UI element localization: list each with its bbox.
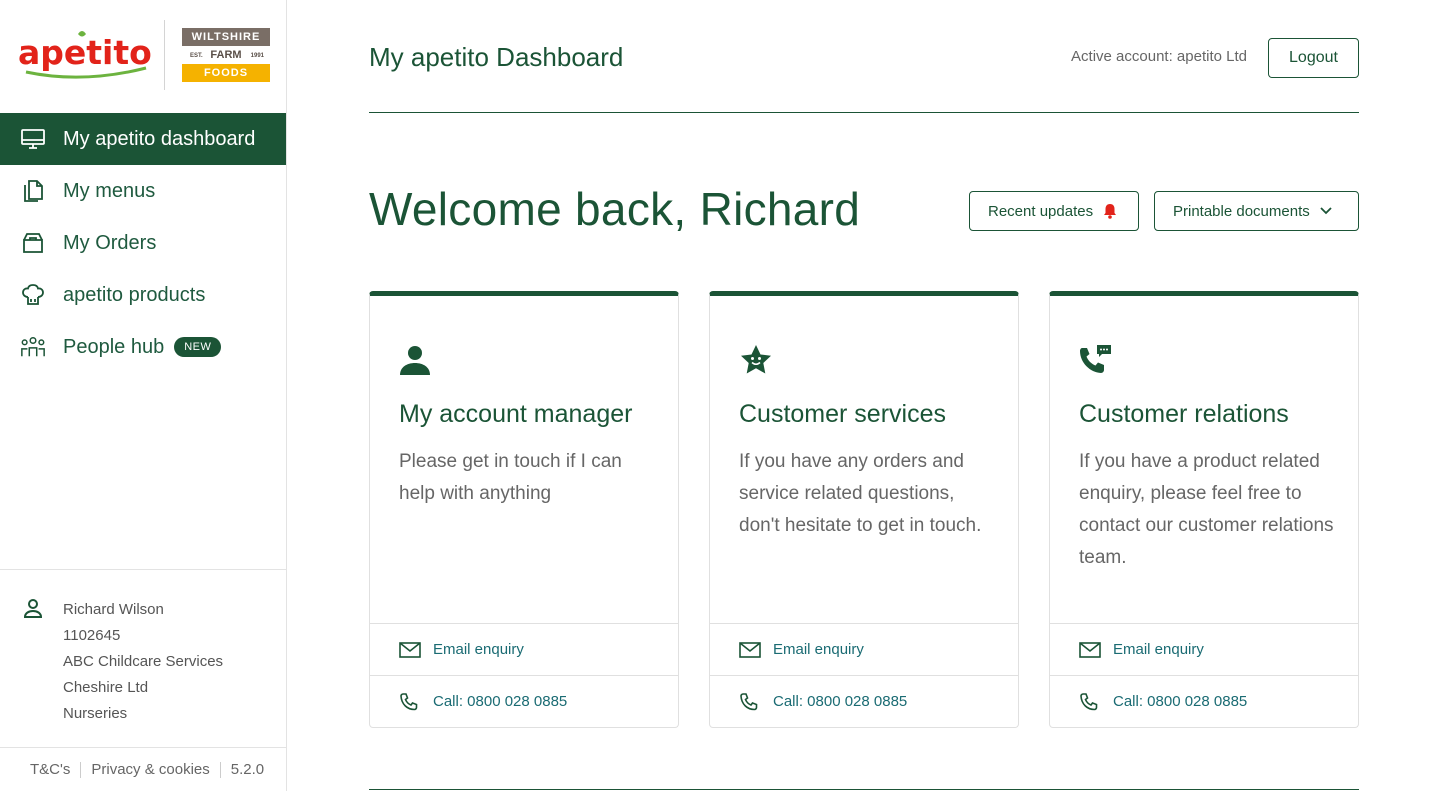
app-version: 5.2.0 [230,761,265,778]
sidebar-nav: My apetito dashboard My menus My Orders … [0,113,286,373]
wf-logo-farm: FARM [210,49,242,61]
chevron-down-icon [1320,207,1332,215]
sidebar: apetito WILTSHIRE EST. FARM 1991 FOODS M… [0,0,287,791]
footer-divider [219,761,221,778]
user-name: Richard Wilson [63,601,164,618]
sidebar-item-label: My menus [63,179,156,202]
email-enquiry-link[interactable]: Email enquiry [710,623,1018,675]
user-id: 1102645 [63,627,121,644]
recent-updates-button[interactable]: Recent updates [969,191,1139,231]
new-badge: NEW [174,337,222,357]
monitor-icon [20,126,46,152]
box-icon [20,230,46,256]
bottom-divider [369,789,1359,790]
logo-divider [164,20,165,90]
sidebar-item-dashboard[interactable]: My apetito dashboard [0,113,286,165]
printable-documents-label: Printable documents [1173,202,1310,220]
printable-documents-dropdown[interactable]: Printable documents [1154,191,1359,231]
user-company: ABC Childcare Services [63,653,224,670]
wf-logo-mid: EST. FARM 1991 [182,46,270,64]
wiltshire-farm-foods-logo[interactable]: WILTSHIRE EST. FARM 1991 FOODS [182,28,270,82]
email-enquiry-label: Email enquiry [1113,641,1204,658]
footer-links: T&C's Privacy & cookies 5.2.0 [0,747,286,791]
card-text: If you have a product related enquiry, p… [1079,451,1334,568]
card-text: Please get in touch if I can help with a… [399,451,622,504]
call-link[interactable]: Call: 0800 028 0885 [1050,675,1358,727]
apetito-logo-text: apetito [18,33,152,72]
card-title: Customer services [739,400,946,428]
sidebar-item-menus[interactable]: My menus [0,165,286,217]
sidebar-item-orders[interactable]: My Orders [0,217,286,269]
call-label: Call: 0800 028 0885 [1113,693,1248,710]
documents-icon [20,178,46,204]
footer-divider [80,761,82,778]
user-info: Richard Wilson 1102645 ABC Childcare Ser… [0,569,286,747]
header-divider [369,112,1359,113]
phone-chat-icon [1079,344,1113,381]
customer-relations-card: Customer relations If you have a product… [1049,291,1359,728]
people-icon [20,334,46,360]
phone-icon [1079,692,1103,712]
welcome-heading: Welcome back, Richard [369,183,861,235]
email-enquiry-label: Email enquiry [773,641,864,658]
active-account: Active account: apetito Ltd [1071,48,1247,65]
envelope-icon [399,641,423,658]
envelope-icon [739,641,763,658]
user-details: Richard Wilson 1102645 ABC Childcare Ser… [63,597,223,727]
email-enquiry-label: Email enquiry [433,641,524,658]
envelope-icon [1079,641,1103,658]
user-type: Nurseries [63,705,128,722]
star-face-icon [739,344,773,381]
privacy-link[interactable]: Privacy & cookies [91,761,209,778]
call-link[interactable]: Call: 0800 028 0885 [710,675,1018,727]
person-icon [399,344,431,381]
recent-updates-label: Recent updates [988,202,1094,220]
page-title: My apetito Dashboard [369,42,624,72]
user-icon [22,597,44,624]
card-title: My account manager [399,400,633,428]
call-link[interactable]: Call: 0800 028 0885 [370,675,678,727]
logout-button[interactable]: Logout [1268,38,1359,78]
bell-icon [1103,203,1117,219]
wf-logo-bottom: FOODS [182,64,270,82]
sidebar-item-label: People hub [63,335,165,358]
terms-link[interactable]: T&C's [30,761,70,778]
sidebar-item-people-hub[interactable]: People hub NEW [0,321,286,373]
wf-logo-top: WILTSHIRE [182,28,270,46]
customer-services-card: Customer services If you have any orders… [709,291,1019,728]
account-manager-card: My account manager Please get in touch i… [369,291,679,728]
apetito-logo[interactable]: apetito [18,30,153,80]
phone-icon [739,692,763,712]
logo-area: apetito WILTSHIRE EST. FARM 1991 FOODS [0,0,286,113]
wf-logo-year: 1991 [250,53,264,59]
email-enquiry-link[interactable]: Email enquiry [1050,623,1358,675]
sidebar-item-products[interactable]: apetito products [0,269,286,321]
email-enquiry-link[interactable]: Email enquiry [370,623,678,675]
call-label: Call: 0800 028 0885 [433,693,568,710]
card-text: If you have any orders and service relat… [739,451,982,536]
wf-logo-est: EST. [190,53,203,59]
chef-hat-icon [20,282,46,308]
phone-icon [399,692,423,712]
sidebar-item-label: My Orders [63,231,157,254]
user-region: Cheshire Ltd [63,679,149,696]
call-label: Call: 0800 028 0885 [773,693,908,710]
card-title: Customer relations [1079,400,1289,428]
sidebar-item-label: apetito products [63,283,206,306]
sidebar-item-label: My apetito dashboard [63,127,256,150]
